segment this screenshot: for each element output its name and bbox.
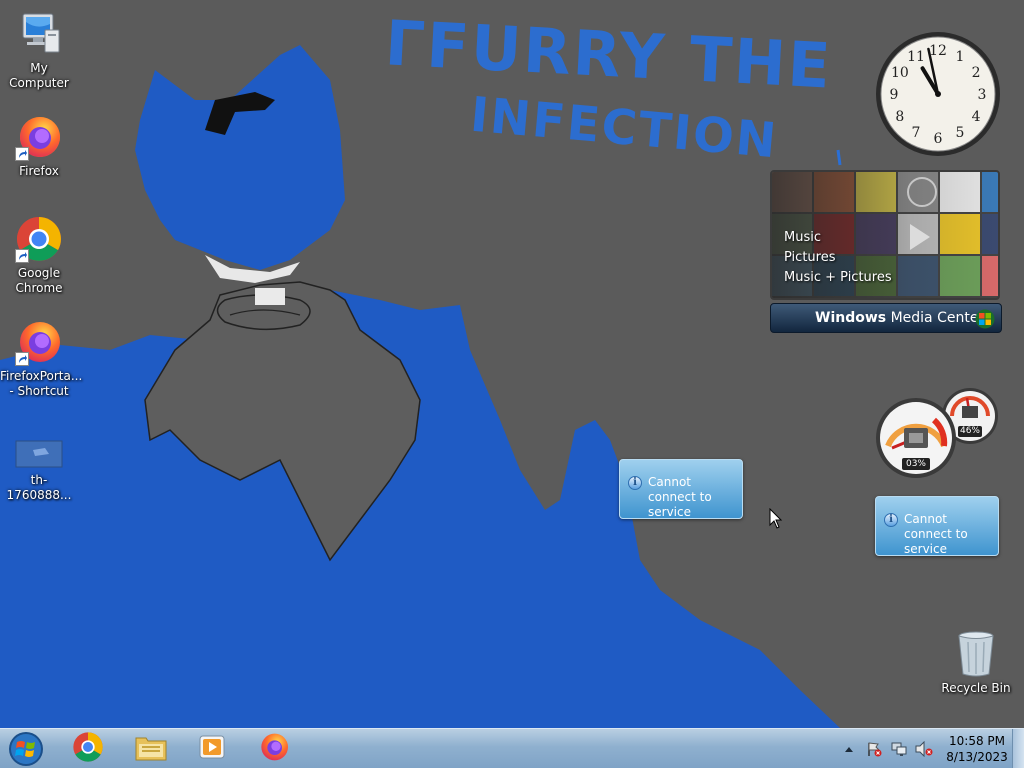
desktop-icon-firefox-portable-shortcut[interactable]: FirefoxPorta... - Shortcut xyxy=(0,318,83,399)
desktop-icon-recycle-bin[interactable]: Recycle Bin xyxy=(940,630,1012,695)
desktop-icon-label: Firefox xyxy=(19,164,59,178)
media-center-launch-bar[interactable]: Windows Media Center xyxy=(770,303,1002,333)
volume-muted-icon[interactable] xyxy=(915,741,933,757)
desktop-icon-label: Recycle Bin xyxy=(941,681,1011,695)
desktop-icon-firefox[interactable]: Firefox xyxy=(0,113,78,179)
taskbar-explorer-button[interactable] xyxy=(125,731,177,767)
desktop-icon-label: My Computer xyxy=(9,61,69,90)
image-file-icon xyxy=(15,440,63,470)
clock-number: 8 xyxy=(895,109,904,125)
shortcut-arrow-icon xyxy=(15,352,29,366)
media-center-brand-bold: Windows xyxy=(815,310,887,326)
media-center-item-music-pictures[interactable]: Music + Pictures xyxy=(780,268,892,288)
media-player-icon xyxy=(198,733,226,765)
media-center-brand-light: Media Center xyxy=(890,310,985,326)
taskbar: 10:58 PM 8/13/2023 xyxy=(0,728,1024,768)
taskbar-clock-time: 10:58 PM xyxy=(949,734,1005,748)
cpu-meter-gadget[interactable]: 03% 46% xyxy=(874,386,1002,480)
clock-number: 12 xyxy=(929,43,947,59)
clock-number: 10 xyxy=(891,65,909,81)
chrome-icon xyxy=(72,731,104,767)
clock-number: 3 xyxy=(978,87,987,103)
explorer-icon xyxy=(134,732,168,766)
clock-number: 2 xyxy=(972,65,981,81)
clock-number: 4 xyxy=(972,109,981,125)
clock-number: 11 xyxy=(907,49,925,65)
taskbar-clock-date: 8/13/2023 xyxy=(946,750,1008,764)
shortcut-arrow-icon xyxy=(15,147,29,161)
clock-number: 5 xyxy=(956,125,965,141)
gadget-error-notice[interactable]: i Cannot connect to service xyxy=(619,459,743,519)
start-button[interactable] xyxy=(6,731,46,767)
firefox-icon xyxy=(15,113,63,161)
desktop-icon-label: Google Chrome xyxy=(15,266,63,295)
taskbar-media-player-button[interactable] xyxy=(186,731,238,767)
windows-logo-icon xyxy=(975,309,995,329)
taskbar-firefox-button[interactable] xyxy=(248,731,300,767)
show-hidden-icons-chevron-icon[interactable] xyxy=(840,741,858,757)
recycle-bin-icon xyxy=(956,630,996,678)
media-center-item-music[interactable]: Music xyxy=(780,228,892,248)
gadget-error-notice[interactable]: i Cannot connect to service xyxy=(875,496,999,556)
media-center-item-pictures[interactable]: Pictures xyxy=(780,248,892,268)
action-center-flag-icon[interactable] xyxy=(865,741,883,757)
desktop-icon-google-chrome[interactable]: Google Chrome xyxy=(0,215,78,296)
notice-text: Cannot connect to service xyxy=(904,512,968,556)
desktop-icon-image-file[interactable]: th-1760888... xyxy=(0,440,78,503)
network-icon[interactable] xyxy=(890,741,908,757)
shortcut-arrow-icon xyxy=(15,249,29,263)
taskbar-chrome-button[interactable] xyxy=(62,731,114,767)
clock-number: 7 xyxy=(912,125,921,141)
mouse-cursor-icon xyxy=(769,507,783,530)
computer-icon xyxy=(15,10,63,58)
desktop-icon-my-computer[interactable]: My Computer xyxy=(0,10,78,91)
show-desktop-button[interactable] xyxy=(1012,729,1024,768)
desktop-wallpaper: ΓFURRY THE INFECTION xyxy=(0,0,1024,728)
info-icon: i xyxy=(628,476,642,490)
clock-number: 6 xyxy=(934,131,943,147)
clock-number: 1 xyxy=(956,49,965,65)
desktop-icon-label: FirefoxPorta... - Shortcut xyxy=(0,369,83,398)
taskbar-clock[interactable]: 10:58 PM 8/13/2023 xyxy=(946,733,1008,765)
memory-usage-readout: 46% xyxy=(959,426,980,436)
firefox-portable-icon xyxy=(15,318,63,366)
system-tray: 10:58 PM 8/13/2023 xyxy=(840,729,1008,768)
desktop-icon-label: th-1760888... xyxy=(6,473,72,502)
chrome-icon xyxy=(15,215,63,263)
firefox-icon xyxy=(258,731,290,767)
notice-text: Cannot connect to service xyxy=(648,475,712,519)
cpu-usage-readout: 03% xyxy=(905,459,926,469)
clock-gadget[interactable]: 12 1 2 3 4 5 6 7 8 9 10 11 xyxy=(874,30,1002,158)
info-icon: i xyxy=(884,513,898,527)
media-center-menu: Music Pictures Music + Pictures xyxy=(780,228,892,288)
clock-number: 9 xyxy=(890,87,899,103)
media-center-gadget[interactable]: Music Pictures Music + Pictures Windows … xyxy=(770,170,1002,334)
